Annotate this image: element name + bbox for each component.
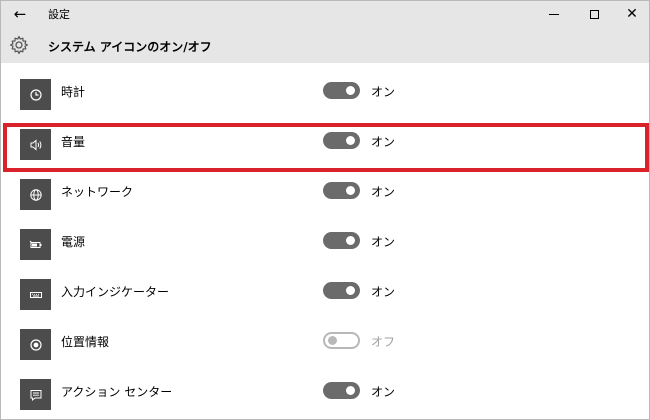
action-center-toggle[interactable] <box>323 382 360 399</box>
close-icon: ✕ <box>626 6 638 22</box>
page-header: システム アイコンのオン/オフ <box>1 27 649 63</box>
title-bar: ← 設定 ✕ <box>1 1 649 27</box>
item-state: オン <box>371 135 396 149</box>
item-label: 位置情報 <box>61 335 110 349</box>
item-state: オン <box>371 85 396 99</box>
settings-window: ← 設定 ✕ システム アイコンのオン/オフ 時計 オン 音量 オン ネットワー… <box>0 0 650 420</box>
location-toggle[interactable] <box>323 332 360 349</box>
list-item-location: 位置情報 オフ <box>1 313 649 363</box>
minimize-button[interactable] <box>535 1 573 27</box>
item-state: オン <box>371 185 396 199</box>
back-arrow-icon[interactable]: ← <box>6 1 34 27</box>
list-item-clock: 時計 オン <box>1 63 649 113</box>
page-title: システム アイコンのオン/オフ <box>48 40 212 54</box>
list-item-input-indicator: 入力インジケーター オン <box>1 263 649 313</box>
clock-toggle[interactable] <box>323 82 360 99</box>
item-state: オン <box>371 385 396 399</box>
item-label: 電源 <box>61 235 86 249</box>
network-globe-icon <box>20 179 51 210</box>
item-label: アクション センター <box>61 385 173 399</box>
list-item-network: ネットワーク オン <box>1 163 649 213</box>
gear-icon <box>9 35 29 55</box>
power-toggle[interactable] <box>323 232 360 249</box>
list-item-power: 電源 オン <box>1 213 649 263</box>
battery-icon <box>20 229 51 260</box>
clock-icon <box>20 79 51 110</box>
volume-toggle[interactable] <box>323 132 360 149</box>
item-label: 音量 <box>61 135 86 149</box>
keyboard-icon <box>20 279 51 310</box>
list-item-volume: 音量 オン <box>1 113 649 163</box>
action-center-icon <box>20 379 51 410</box>
volume-icon <box>20 129 51 160</box>
item-state: オン <box>371 235 396 249</box>
input-indicator-toggle[interactable] <box>323 282 360 299</box>
item-label: 時計 <box>61 85 86 99</box>
item-state: オフ <box>371 335 396 349</box>
item-state: オン <box>371 285 396 299</box>
minimize-icon <box>549 13 559 15</box>
close-button[interactable]: ✕ <box>613 1 649 27</box>
maximize-button[interactable] <box>575 1 613 27</box>
window-title: 設定 <box>48 8 70 21</box>
item-label: ネットワーク <box>61 185 134 199</box>
location-icon <box>20 329 51 360</box>
item-label: 入力インジケーター <box>61 285 170 299</box>
list-item-action-center: アクション センター オン <box>1 363 649 413</box>
maximize-icon <box>589 9 599 19</box>
network-toggle[interactable] <box>323 182 360 199</box>
